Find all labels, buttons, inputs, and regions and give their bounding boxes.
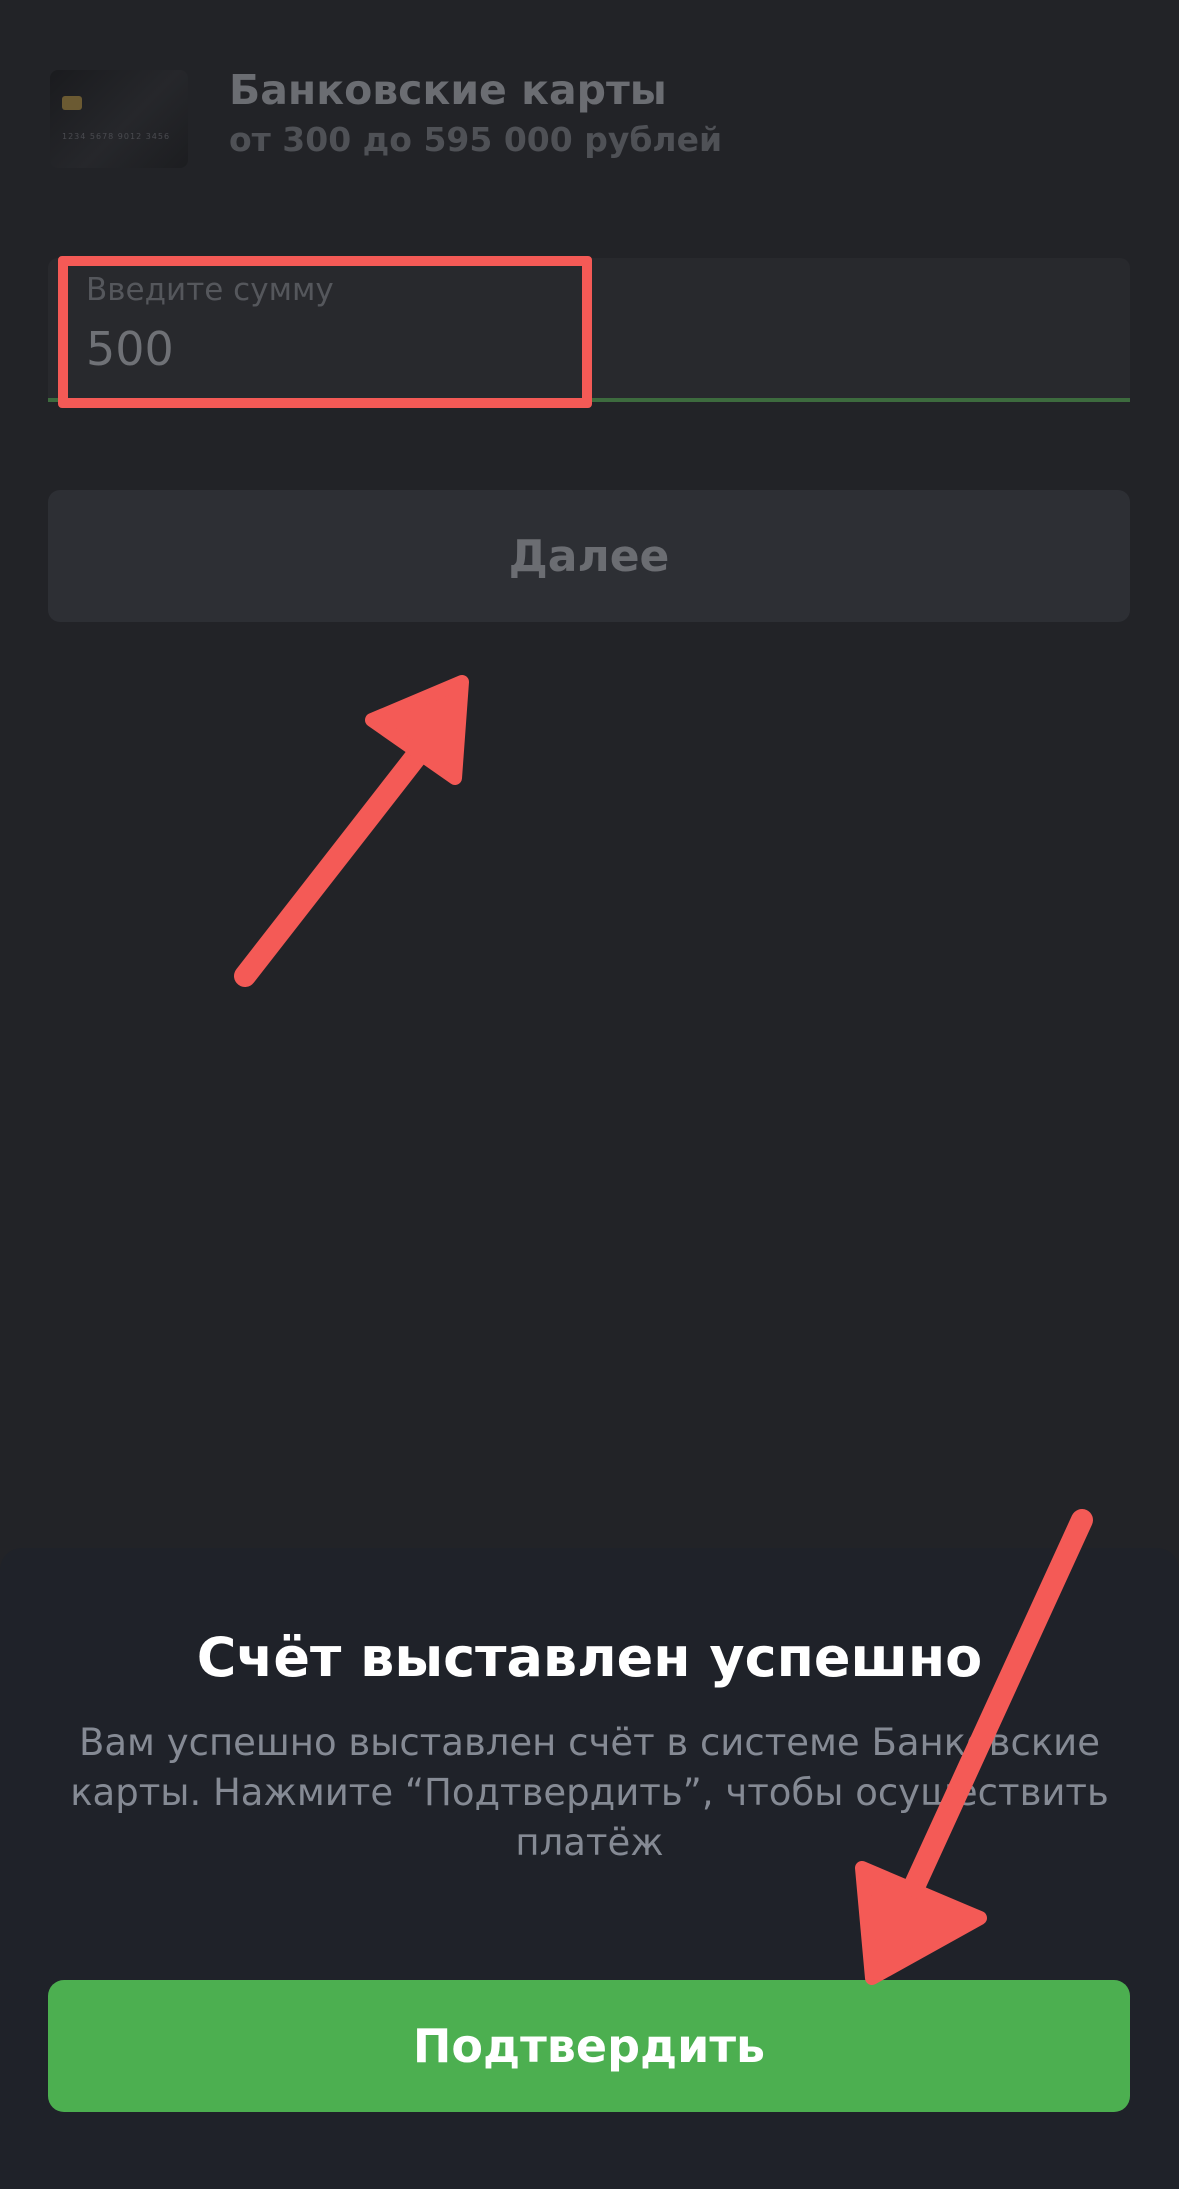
- confirm-button[interactable]: Подтвердить: [48, 1980, 1130, 2112]
- payment-method-row: 1234 5678 9012 3456 Банковские карты от …: [50, 66, 1130, 176]
- payment-method-title: Банковские карты: [229, 66, 667, 114]
- sheet-title: Счёт выставлен успешно: [196, 1626, 983, 1689]
- next-button[interactable]: Далее: [48, 490, 1130, 622]
- annotation-arrow-up-icon: [234, 675, 469, 987]
- bank-card-icon: 1234 5678 9012 3456: [50, 70, 188, 168]
- payment-method-range: от 300 до 595 000 рублей: [229, 120, 723, 159]
- card-chip-icon: [62, 96, 82, 110]
- sheet-message: Вам успешно выставлен счёт в системе Бан…: [70, 1721, 1109, 1864]
- success-bottom-sheet: Счёт выставлен успешно Вам успешно выста…: [0, 1548, 1179, 2189]
- card-number-digits: 1234 5678 9012 3456: [62, 132, 171, 141]
- annotation-highlight-box: [58, 256, 592, 408]
- payment-screen: 1234 5678 9012 3456 Банковские карты от …: [0, 0, 1179, 2189]
